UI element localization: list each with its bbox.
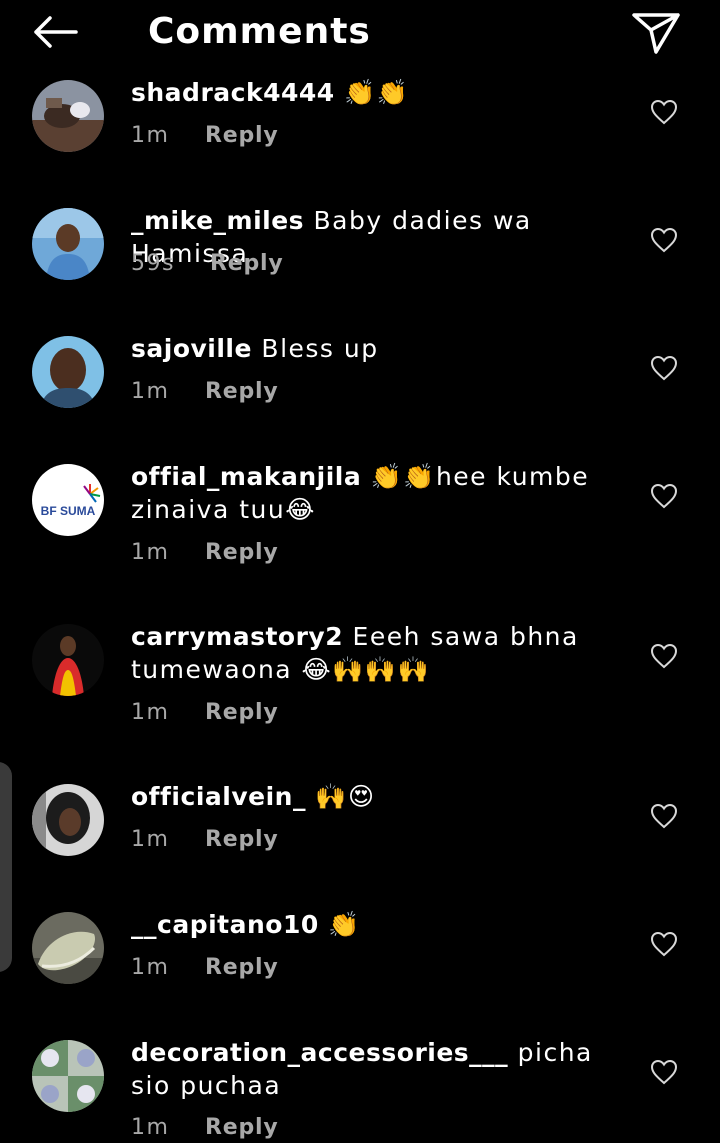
comment-meta: 1m Reply xyxy=(131,953,278,983)
reply-button[interactable]: Reply xyxy=(205,538,279,568)
comment-meta: 1m Reply xyxy=(131,121,278,151)
comment-time: 1m xyxy=(131,1115,170,1140)
comment-meta: 59s Reply xyxy=(131,249,283,279)
comment-text: offial_makanjila 👏👏hee kumbe zinaiva tuu… xyxy=(131,460,616,526)
reply-button[interactable]: Reply xyxy=(205,377,279,407)
comment-text: shadrack4444 👏👏 xyxy=(131,76,616,109)
arrow-left-icon[interactable] xyxy=(28,10,84,54)
comment-time: 1m xyxy=(131,955,170,980)
avatar[interactable] xyxy=(32,912,104,984)
comment-meta: 1m Reply xyxy=(131,1113,278,1143)
avatar[interactable] xyxy=(32,336,104,408)
comment-username[interactable]: shadrack4444 xyxy=(131,78,335,107)
comment-time: 1m xyxy=(131,700,170,725)
comment-text: __capitano10 👏 xyxy=(131,908,616,941)
heart-icon[interactable] xyxy=(650,99,678,125)
paper-plane-icon[interactable] xyxy=(630,10,682,56)
heart-icon[interactable] xyxy=(650,643,678,669)
avatar[interactable] xyxy=(32,624,104,696)
reply-button[interactable]: Reply xyxy=(205,1113,279,1143)
edge-panel-handle[interactable] xyxy=(0,762,12,972)
comment-username[interactable]: carrymastory2 xyxy=(131,622,343,651)
avatar[interactable] xyxy=(32,80,104,152)
comment-username[interactable]: _mike_miles xyxy=(131,206,304,235)
comment-username[interactable]: __capitano10 xyxy=(131,910,319,939)
page-title: Comments xyxy=(148,11,371,52)
reply-button[interactable]: Reply xyxy=(205,121,279,151)
top-bar: Comments xyxy=(0,0,720,70)
comment-username[interactable]: decoration_accessories___ xyxy=(131,1038,508,1067)
comment-username[interactable]: sajoville xyxy=(131,334,252,363)
comment-time: 59s xyxy=(131,251,175,276)
heart-icon[interactable] xyxy=(650,1059,678,1085)
reply-button[interactable]: Reply xyxy=(205,953,279,983)
comment-meta: 1m Reply xyxy=(131,538,278,568)
comment-time: 1m xyxy=(131,123,170,148)
comment-text: sajoville Bless up xyxy=(131,332,616,365)
reply-button[interactable]: Reply xyxy=(210,249,284,279)
comment-body: 🙌😍 xyxy=(315,782,376,811)
comment-text: _mike_miles Baby dadies wa Hamissa xyxy=(131,204,616,270)
comment-time: 1m xyxy=(131,379,170,404)
comment-username[interactable]: officialvein_ xyxy=(131,782,306,811)
comment-meta: 1m Reply xyxy=(131,825,278,855)
comment-text: decoration_accessories___ picha sio puch… xyxy=(131,1036,616,1102)
comment-body: Bless up xyxy=(261,334,379,363)
comment-meta: 1m Reply xyxy=(131,377,278,407)
comment-body: 👏👏 xyxy=(344,78,410,107)
avatar[interactable] xyxy=(32,208,104,280)
heart-icon[interactable] xyxy=(650,931,678,957)
reply-button[interactable]: Reply xyxy=(205,698,279,728)
heart-icon[interactable] xyxy=(650,355,678,381)
comment-body: 👏 xyxy=(328,910,361,939)
comment-meta: 1m Reply xyxy=(131,698,278,728)
avatar[interactable] xyxy=(32,784,104,856)
comment-text: carrymastory2 Eeeh sawa bhna tumewaona 😂… xyxy=(131,620,616,686)
comment-text: officialvein_ 🙌😍 xyxy=(131,780,616,813)
heart-icon[interactable] xyxy=(650,227,678,253)
heart-icon[interactable] xyxy=(650,483,678,509)
avatar-logo-text: BF SUMA xyxy=(41,504,96,518)
comment-time: 1m xyxy=(131,540,170,565)
comment-time: 1m xyxy=(131,827,170,852)
comment-username[interactable]: offial_makanjila xyxy=(131,462,361,491)
reply-button[interactable]: Reply xyxy=(205,825,279,855)
heart-icon[interactable] xyxy=(650,803,678,829)
avatar[interactable]: BF SUMA xyxy=(32,464,104,536)
comments-list[interactable]: shadrack4444 👏👏 1m Reply _mike_miles Bab… xyxy=(0,0,720,1140)
avatar[interactable] xyxy=(32,1040,104,1112)
